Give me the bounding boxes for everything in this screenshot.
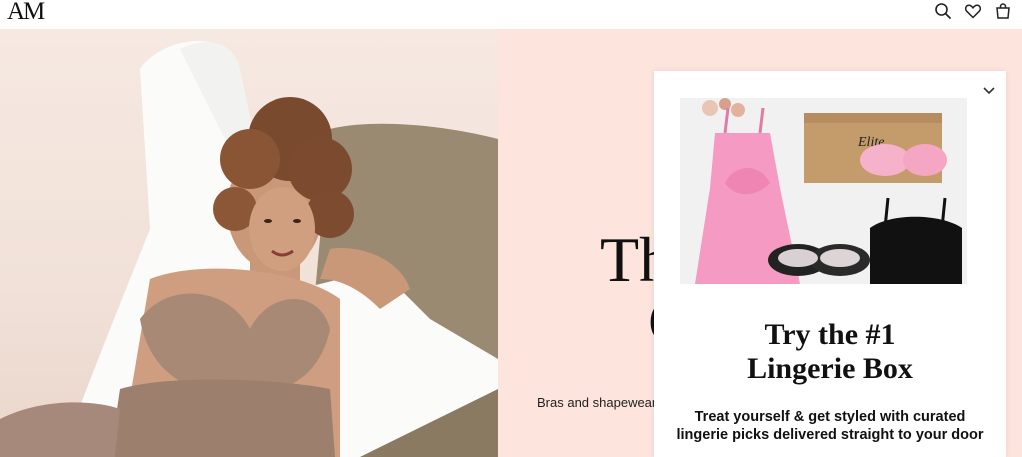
hero-model-image: [0, 29, 498, 457]
popup-title: Try the #1 Lingerie Box: [654, 318, 1006, 386]
lingerie-box-popup: Elite Try the #1 Lingerie Box Treat your…: [654, 71, 1006, 457]
bag-icon[interactable]: [994, 2, 1012, 20]
heart-icon[interactable]: [964, 2, 982, 20]
site-header: AM: [0, 0, 1022, 29]
hero-subtitle: Bras and shapewear: [537, 395, 657, 410]
brand-logo[interactable]: AM: [7, 0, 45, 25]
lingerie-box-image: Elite: [680, 98, 967, 284]
header-icon-group: [934, 2, 1012, 20]
popup-description: Treat yourself & get styled with curated…: [676, 409, 984, 443]
search-icon[interactable]: [934, 2, 952, 20]
popup-title-line2: Lingerie Box: [747, 352, 913, 385]
popup-title-line1: Try the #1: [764, 318, 896, 351]
chevron-down-icon[interactable]: [982, 83, 996, 97]
